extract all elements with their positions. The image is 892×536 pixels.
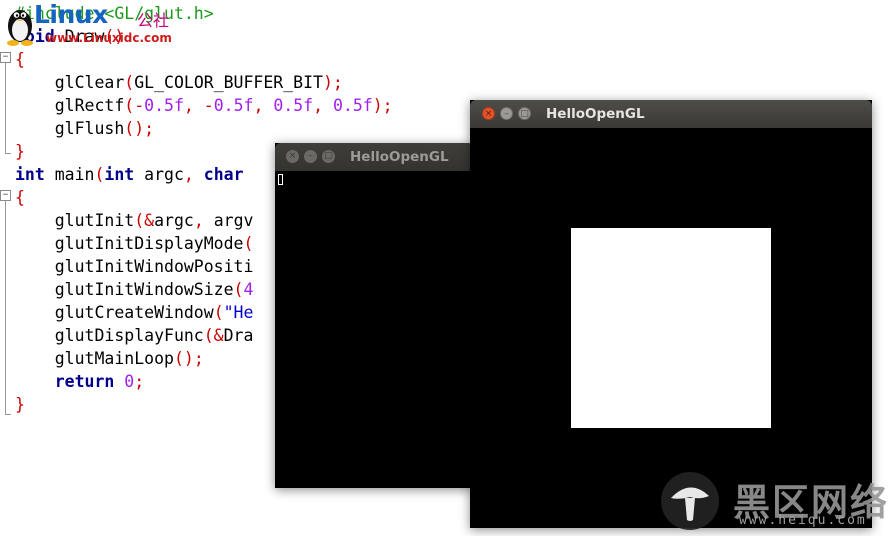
code-token: , - [183,96,214,115]
code-token: int [15,165,45,184]
fold-end [5,153,11,154]
code-token: glutInitDisplayMode [15,234,244,253]
code-token: argv [213,211,254,230]
linux-brand-text: Linux [34,0,108,29]
code-token: glutInitWindowSize [15,280,234,299]
text-cursor-icon [278,174,283,185]
code-line: int main(int argc, char [15,163,244,186]
linux-brand-url: www.Linuxidc.com [46,31,172,45]
mushroom-logo-icon [661,472,719,530]
code-token: ( [213,303,224,322]
window-titlebar[interactable]: × – □ HelloOpenGL [470,100,872,128]
code-token: 0.5f [273,96,314,115]
code-line: glutDisplayFunc(&Dra [15,324,254,347]
code-token: (); [173,349,204,368]
code-token: , [313,96,333,115]
code-token: 0.5f [213,96,254,115]
code-line: glutCreateWindow("He [15,301,254,324]
code-line: glutInitDisplayMode( [15,232,254,255]
helloopengl-window-foreground[interactable]: × – □ HelloOpenGL [470,100,872,528]
code-token: glutMainLoop [15,349,174,368]
code-token: argc [134,165,184,184]
code-token: return [15,372,115,391]
window-titlebar[interactable]: × – □ HelloOpenGL [275,143,475,171]
code-token: (& [203,326,224,345]
code-line: glClear(GL_COLOR_BUFFER_BIT); [15,71,343,94]
code-token: (& [134,211,155,230]
code-token: GL_COLOR_BUFFER_BIT [134,73,323,92]
code-token: argc [154,211,194,230]
code-token: glRectf [15,96,125,115]
tux-penguin-icon [7,10,33,46]
code-token: } [15,395,25,414]
code-token: char [203,165,244,184]
code-token: Dra [223,326,254,345]
code-token: } [15,142,25,161]
fold-gutter: − − [0,0,11,430]
code-token: 0 [124,372,135,391]
code-token: , [253,96,274,115]
code-token: "He [223,303,254,322]
fold-line [5,63,6,153]
code-token: { [15,188,25,207]
code-token: main [44,165,95,184]
linux-watermark-logo: Linux 公社 www.Linuxidc.com [2,0,182,50]
code-line: glFlush(); [15,117,154,140]
code-token: ( [124,73,135,92]
close-button[interactable]: × [286,150,299,163]
fold-line [5,201,6,414]
code-line: } [15,393,25,416]
heiqu-watermark-logo: 黑区网络 www.heiqu.com [655,468,890,534]
code-token: ); [322,73,343,92]
code-line: { [15,48,25,71]
code-token: (); [124,119,155,138]
code-token: glFlush [15,119,125,138]
code-token: { [15,50,25,69]
helloopengl-window-background[interactable]: × – □ HelloOpenGL [275,143,475,488]
code-line: glutInit(&argc, argv [15,209,254,232]
maximize-button[interactable]: □ [322,150,335,163]
code-token: glutDisplayFunc [15,326,204,345]
code-line: glutInitWindowSize(4 [15,278,254,301]
code-token: ); [372,96,393,115]
code-token: ( [233,280,244,299]
code-token: ( [243,234,254,253]
code-line: } [15,140,25,163]
fold-end [5,414,11,415]
code-token: glClear [15,73,125,92]
code-token: glutInitWindowPositi [15,257,254,276]
code-token: , [183,165,204,184]
window-title: HelloOpenGL [350,149,449,165]
code-token: (- [124,96,145,115]
code-token: int [104,165,135,184]
maximize-button[interactable]: □ [518,107,531,120]
code-token: ; [134,372,145,391]
code-line: return 0; [15,370,144,393]
code-token: glutCreateWindow [15,303,214,322]
code-line: glutMainLoop(); [15,347,204,370]
window-title: HelloOpenGL [546,106,645,122]
minimize-button[interactable]: – [304,150,317,163]
code-token: ( [94,165,105,184]
code-token: glutInit [15,211,135,230]
code-token: 0.5f [144,96,184,115]
opengl-canvas[interactable] [275,171,475,488]
code-token: 4 [243,280,254,299]
fold-toggle-main[interactable]: − [0,190,11,201]
heiqu-brand-url: www.heiqu.com [739,513,867,528]
minimize-button[interactable]: – [500,107,513,120]
white-rectangle [571,228,771,428]
code-token: , [193,211,214,230]
close-button[interactable]: × [482,107,495,120]
code-token: 0.5f [332,96,373,115]
linux-brand-cn: 公社 [137,11,170,30]
code-line: glRectf(-0.5f, -0.5f, 0.5f, 0.5f); [15,94,393,117]
code-line: glutInitWindowPositi [15,255,254,278]
code-line: { [15,186,25,209]
fold-toggle-draw[interactable]: − [0,52,11,63]
